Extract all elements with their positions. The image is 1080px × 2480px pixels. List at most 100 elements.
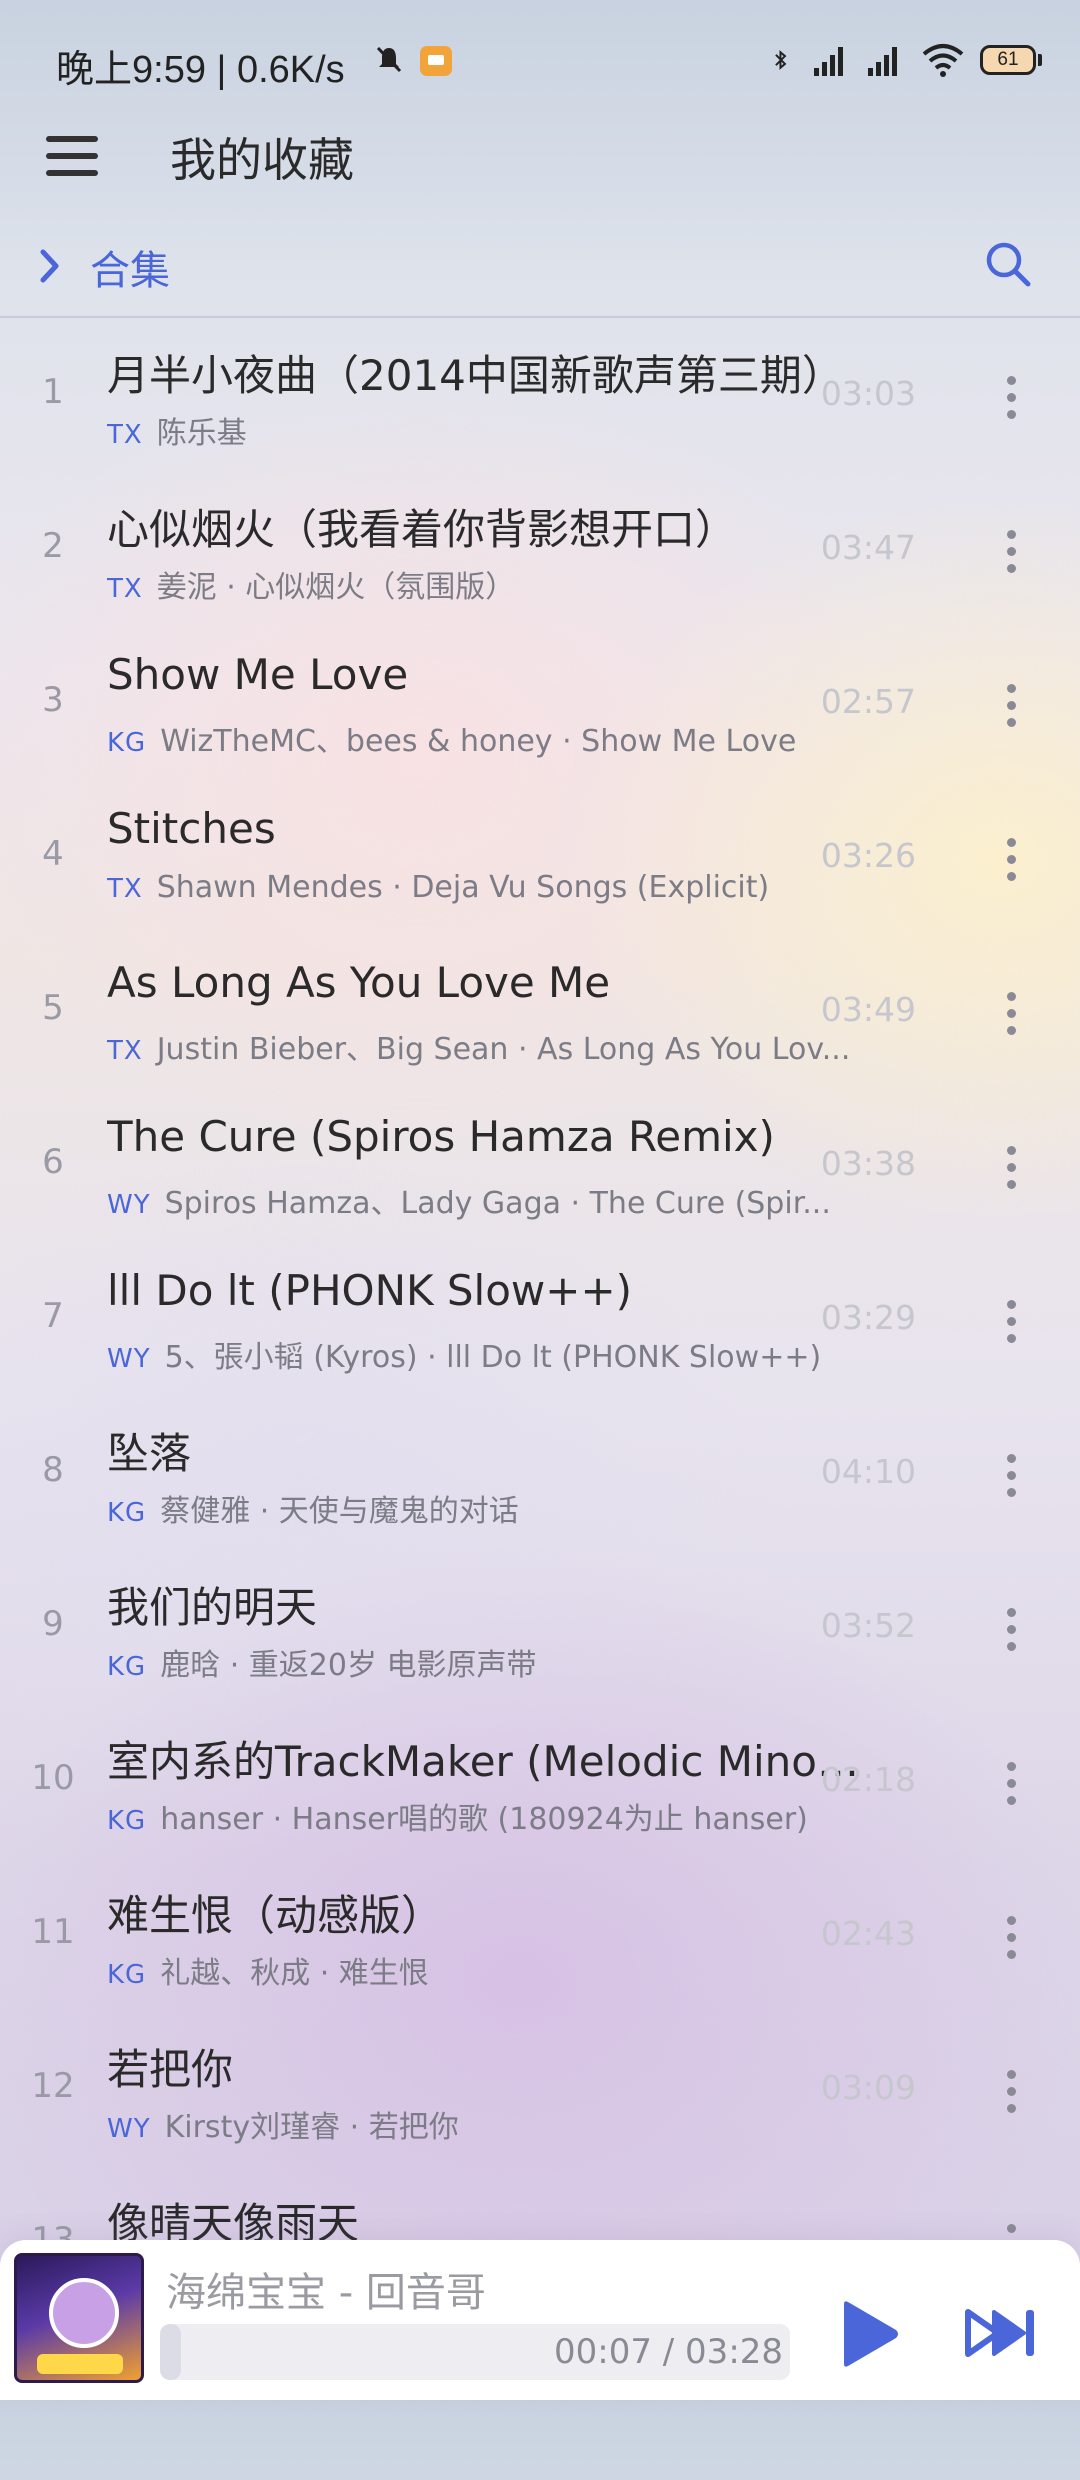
song-subtitle: TX 姜泥 · 心似烟火（氛围版）	[107, 562, 857, 606]
song-subtitle: WY Spiros Hamza、Lady Gaga · The Cure (Spi…	[107, 1178, 857, 1222]
more-vertical-icon[interactable]	[1002, 1146, 1020, 1190]
song-index: 11	[31, 1912, 75, 1952]
song-artist-album: 礼越、秋成 · 难生恨	[160, 1956, 429, 1991]
mute-bell-icon	[376, 46, 402, 73]
song-subtitle: KG 蔡健雅 · 天使与魔鬼的对话	[107, 1486, 857, 1530]
album-cover[interactable]	[14, 2253, 144, 2383]
battery-level: 61	[980, 45, 1036, 75]
song-title: 坠落	[107, 1429, 192, 1478]
play-time: 00:07 / 03:28	[554, 2332, 784, 2372]
search-icon[interactable]	[984, 240, 1032, 288]
song-duration: 03:38	[820, 1144, 916, 1183]
song-row[interactable]: 7 lll Do lt (PHONK Slow++) WY 5、張小韬 (Kyro…	[0, 1248, 1080, 1402]
song-subtitle: TX Shawn Mendes · Deja Vu Songs (Explicit…	[107, 870, 857, 905]
source-badge: KG	[107, 728, 147, 758]
song-title: lll Do lt (PHONK Slow++)	[107, 1266, 633, 1315]
song-index: 8	[42, 1450, 64, 1490]
song-index: 10	[31, 1758, 75, 1798]
song-row[interactable]: 8 坠落 KG 蔡健雅 · 天使与魔鬼的对话 04:10	[0, 1402, 1080, 1556]
song-artist-album: 蔡健雅 · 天使与魔鬼的对话	[160, 1494, 519, 1529]
more-vertical-icon[interactable]	[1002, 530, 1020, 574]
song-index: 12	[31, 2066, 75, 2106]
song-row[interactable]: 10 室内系的TrackMaker (Melodic Minor... KG ha…	[0, 1710, 1080, 1864]
song-artist-album: 陈乐基	[156, 416, 247, 451]
source-badge: KG	[107, 1806, 147, 1836]
song-subtitle: TX 陈乐基	[107, 408, 857, 452]
song-subtitle: KG WizTheMC、bees & honey · Show Me Love	[107, 716, 857, 760]
chevron-right-icon[interactable]	[38, 248, 62, 284]
song-row[interactable]: 3 Show Me Love KG WizTheMC、bees & honey ·…	[0, 632, 1080, 786]
more-vertical-icon[interactable]	[1002, 1454, 1020, 1498]
more-vertical-icon[interactable]	[1002, 1608, 1020, 1652]
song-row[interactable]: 2 心似烟火（我看着你背影想开口） TX 姜泥 · 心似烟火（氛围版） 03:47	[0, 478, 1080, 632]
song-duration: 03:49	[820, 990, 916, 1029]
song-artist-album: 鹿晗 · 重返20岁 电影原声带	[160, 1648, 537, 1683]
song-index: 2	[42, 526, 64, 566]
song-artist-album: 姜泥 · 心似烟火（氛围版）	[156, 570, 516, 605]
song-duration: 04:10	[820, 1452, 916, 1491]
more-vertical-icon[interactable]	[1002, 1762, 1020, 1806]
more-vertical-icon[interactable]	[1002, 1916, 1020, 1960]
source-badge: TX	[107, 1036, 143, 1066]
song-row[interactable]: 1 月半小夜曲（2014中国新歌声第三期） TX 陈乐基 03:03	[0, 324, 1080, 478]
song-index: 5	[42, 988, 64, 1028]
song-duration: 03:03	[820, 374, 916, 413]
song-artist-album: Kirsty刘瑾睿 · 若把你	[164, 2110, 459, 2145]
skip-next-icon[interactable]	[964, 2306, 1038, 2360]
battery-icon: 61	[980, 45, 1042, 75]
source-badge: WY	[107, 1190, 151, 1220]
source-badge: TX	[107, 574, 143, 604]
more-vertical-icon[interactable]	[1002, 992, 1020, 1036]
play-icon[interactable]	[836, 2298, 902, 2370]
more-vertical-icon[interactable]	[1002, 684, 1020, 728]
song-row[interactable]: 9 我们的明天 KG 鹿晗 · 重返20岁 电影原声带 03:52	[0, 1556, 1080, 1710]
song-artist-album: WizTheMC、bees & honey · Show Me Love	[160, 724, 797, 759]
song-duration: 02:57	[820, 682, 916, 721]
song-duration: 02:43	[820, 1914, 916, 1953]
song-title: 室内系的TrackMaker (Melodic Minor...	[107, 1737, 859, 1786]
song-index: 7	[42, 1296, 64, 1336]
song-title: 难生恨（动感版）	[107, 1891, 444, 1940]
song-row[interactable]: 11 难生恨（动感版） KG 礼越、秋成 · 难生恨 02:43	[0, 1864, 1080, 2018]
song-title: The Cure (Spiros Hamza Remix)	[107, 1112, 775, 1161]
song-row[interactable]: 5 As Long As You Love Me TX Justin Bieber…	[0, 940, 1080, 1094]
progress-fill	[160, 2324, 182, 2380]
notification-app-icon	[420, 46, 452, 76]
song-index: 1	[42, 372, 64, 412]
status-bar: 晚上9:59 | 0.6K/s 61	[0, 0, 1080, 118]
song-subtitle: WY 5、張小韬 (Kyros) · lll Do lt (PHONK Slow+…	[107, 1332, 857, 1376]
source-badge: TX	[107, 874, 143, 904]
song-index: 4	[42, 834, 64, 874]
song-subtitle: TX Justin Bieber、Big Sean · As Long As Yo…	[107, 1024, 857, 1068]
source-badge: WY	[107, 1344, 151, 1374]
song-artist-album: 5、張小韬 (Kyros) · lll Do lt (PHONK Slow++)	[164, 1340, 822, 1375]
source-badge: KG	[107, 1652, 147, 1682]
menu-icon[interactable]	[46, 136, 98, 176]
more-vertical-icon[interactable]	[1002, 1300, 1020, 1344]
song-artist-album: Shawn Mendes · Deja Vu Songs (Explicit)	[156, 870, 770, 905]
source-badge: TX	[107, 420, 143, 450]
signal-icon-2	[868, 47, 897, 76]
now-playing-title[interactable]: 海绵宝宝 - 回音哥	[166, 2260, 486, 2318]
song-index: 6	[42, 1142, 64, 1182]
collection-label[interactable]: 合集	[90, 238, 170, 296]
more-vertical-icon[interactable]	[1002, 2070, 1020, 2114]
song-artist-album: hanser · Hanser唱的歌 (180924为止 hanser)	[160, 1802, 808, 1837]
song-subtitle: KG hanser · Hanser唱的歌 (180924为止 hanser)	[107, 1794, 857, 1838]
song-index: 9	[42, 1604, 64, 1644]
song-duration: 02:18	[820, 1760, 916, 1799]
source-badge: WY	[107, 2114, 151, 2144]
page-title: 我的收藏	[170, 133, 354, 187]
song-title: Show Me Love	[107, 650, 409, 699]
song-title: Stitches	[107, 804, 276, 853]
song-row[interactable]: 4 Stitches TX Shawn Mendes · Deja Vu Song…	[0, 786, 1080, 940]
more-vertical-icon[interactable]	[1002, 376, 1020, 420]
status-time: 晚上9:59 | 0.6K/s	[56, 49, 345, 91]
song-title: 我们的明天	[107, 1583, 318, 1632]
source-badge: KG	[107, 1498, 147, 1528]
song-artist-album: Spiros Hamza、Lady Gaga · The Cure (Spir.…	[164, 1186, 831, 1221]
song-row[interactable]: 6 The Cure (Spiros Hamza Remix) WY Spiros…	[0, 1094, 1080, 1248]
more-vertical-icon[interactable]	[1002, 838, 1020, 882]
mini-player[interactable]: 海绵宝宝 - 回音哥 00:07 / 03:28	[0, 2240, 1080, 2400]
song-row[interactable]: 12 若把你 WY Kirsty刘瑾睿 · 若把你 03:09	[0, 2018, 1080, 2172]
